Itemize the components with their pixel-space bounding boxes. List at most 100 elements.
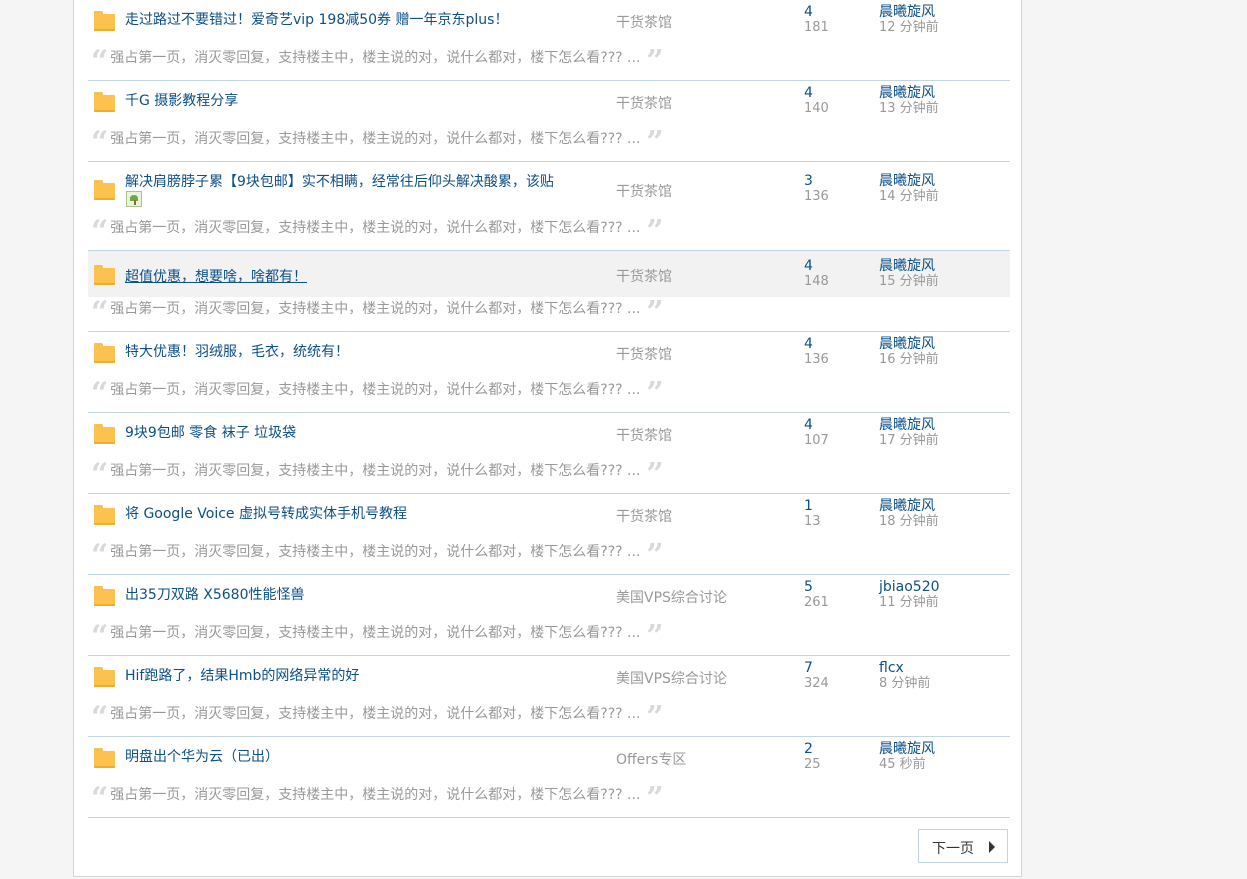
thread-title-link[interactable]: 9块9包邮 零食 袜子 垃圾袋 xyxy=(125,422,296,442)
open-quote-icon: “ xyxy=(91,44,108,79)
last-post-time[interactable]: 14 分钟前 xyxy=(879,189,939,205)
view-count: 261 xyxy=(804,595,829,610)
thread-title-link[interactable]: 明盘出个华为云（已出） xyxy=(125,746,279,766)
close-quote-icon: ” xyxy=(646,538,663,573)
forum-link[interactable]: 干货茶馆 xyxy=(616,12,672,32)
view-count: 140 xyxy=(804,101,829,116)
last-post-time[interactable]: 11 分钟前 xyxy=(879,595,939,611)
forum-link[interactable]: 美国VPS综合讨论 xyxy=(616,668,727,688)
reply-count: 4 xyxy=(804,258,813,274)
thread-title-link[interactable]: 千G 摄影教程分享 xyxy=(125,90,238,110)
folder-icon xyxy=(94,505,115,525)
last-post-time[interactable]: 13 分钟前 xyxy=(879,101,939,117)
thread-title-link[interactable]: 出35刀双路 X5680性能怪兽 xyxy=(125,584,304,604)
view-count: 136 xyxy=(804,189,829,204)
excerpt-text: 强占第一页，消灭零回复，支持楼主中，楼主说的对，说什么都对，楼下怎么看??? .… xyxy=(110,706,641,722)
forum-link[interactable]: 干货茶馆 xyxy=(616,266,672,286)
forum-link[interactable]: 干货茶馆 xyxy=(616,425,672,445)
thread-excerpt: “强占第一页，消灭零回复，支持楼主中，楼主说的对，说什么都对，楼下怎么看??? … xyxy=(91,379,664,409)
thread-excerpt: “强占第一页，消灭零回复，支持楼主中，楼主说的对，说什么都对，楼下怎么看??? … xyxy=(91,784,664,814)
thread-header: Hif跑路了，结果Hmb的网络异常的好 美国VPS综合讨论 7 324 flcx… xyxy=(88,656,1010,693)
forum-link[interactable]: Offers专区 xyxy=(616,749,686,769)
thread-title-link[interactable]: 超值优惠，想要啥，啥都有！ xyxy=(125,266,307,286)
excerpt-text: 强占第一页，消灭零回复，支持楼主中，楼主说的对，说什么都对，楼下怎么看??? .… xyxy=(110,544,641,560)
thread-header: 出35刀双路 X5680性能怪兽 美国VPS综合讨论 5 261 jbiao52… xyxy=(88,575,1010,612)
reply-count: 2 xyxy=(804,741,813,757)
last-post-time[interactable]: 12 分钟前 xyxy=(879,20,939,36)
next-page-button[interactable]: 下一页 xyxy=(918,829,1008,863)
thread-excerpt: “强占第一页，消灭零回复，支持楼主中，楼主说的对，说什么都对，楼下怎么看??? … xyxy=(91,217,664,247)
thread-row: 走过路过不要错过！爱奇艺vip 198减50券 赠一年京东plus！ 干货茶馆 … xyxy=(88,0,1010,81)
last-poster-link[interactable]: 晨曦旋风 xyxy=(879,741,935,757)
thread-row: 出35刀双路 X5680性能怪兽 美国VPS综合讨论 5 261 jbiao52… xyxy=(88,575,1010,656)
thread-title-link[interactable]: 将 Google Voice 虚拟号转成实体手机号教程 xyxy=(125,503,407,523)
open-quote-icon: “ xyxy=(91,376,108,411)
view-count: 181 xyxy=(804,20,829,35)
thread-row: 解决肩膀脖子累【9块包邮】实不相瞒，经常往后仰头解决酸累，该贴 干货茶馆 3 1… xyxy=(88,162,1010,251)
folder-icon xyxy=(94,586,115,606)
thread-excerpt: “强占第一页，消灭零回复，支持楼主中，楼主说的对，说什么都对，楼下怎么看??? … xyxy=(91,47,664,77)
excerpt-text: 强占第一页，消灭零回复，支持楼主中，楼主说的对，说什么都对，楼下怎么看??? .… xyxy=(110,131,641,147)
thread-row: 将 Google Voice 虚拟号转成实体手机号教程 干货茶馆 1 13 晨曦… xyxy=(88,494,1010,575)
last-poster-link[interactable]: jbiao520 xyxy=(879,579,940,595)
forum-link[interactable]: 干货茶馆 xyxy=(616,93,672,113)
thread-title-link[interactable]: Hif跑路了，结果Hmb的网络异常的好 xyxy=(125,665,359,685)
last-post-time[interactable]: 18 分钟前 xyxy=(879,514,939,530)
reply-count: 3 xyxy=(804,173,813,189)
open-quote-icon: “ xyxy=(91,457,108,492)
open-quote-icon: “ xyxy=(91,214,108,249)
thread-title-link[interactable]: 特大优惠！羽绒服，毛衣，统统有！ xyxy=(125,341,349,361)
thread-row: 超值优惠，想要啥，啥都有！ 干货茶馆 4 148 晨曦旋风 15 分钟前 “强占… xyxy=(88,251,1010,332)
reply-count: 5 xyxy=(804,579,813,595)
thread-list-panel: 走过路过不要错过！爱奇艺vip 198减50券 赠一年京东plus！ 干货茶馆 … xyxy=(73,0,1022,877)
excerpt-text: 强占第一页，消灭零回复，支持楼主中，楼主说的对，说什么都对，楼下怎么看??? .… xyxy=(110,50,641,66)
reply-count: 1 xyxy=(804,498,813,514)
last-post-time[interactable]: 17 分钟前 xyxy=(879,433,939,449)
forum-link[interactable]: 美国VPS综合讨论 xyxy=(616,587,727,607)
thread-header: 将 Google Voice 虚拟号转成实体手机号教程 干货茶馆 1 13 晨曦… xyxy=(88,494,1010,531)
folder-icon xyxy=(94,343,115,363)
close-quote-icon: ” xyxy=(646,44,663,79)
excerpt-text: 强占第一页，消灭零回复，支持楼主中，楼主说的对，说什么都对，楼下怎么看??? .… xyxy=(110,625,641,641)
thread-row: 明盘出个华为云（已出） Offers专区 2 25 晨曦旋风 45 秒前 “强占… xyxy=(88,737,1010,818)
forum-link[interactable]: 干货茶馆 xyxy=(616,344,672,364)
last-post-time[interactable]: 15 分钟前 xyxy=(879,274,939,290)
last-poster-link[interactable]: 晨曦旋风 xyxy=(879,4,935,20)
last-poster-link[interactable]: 晨曦旋风 xyxy=(879,85,935,101)
reply-count: 4 xyxy=(804,417,813,433)
thread-row: Hif跑路了，结果Hmb的网络异常的好 美国VPS综合讨论 7 324 flcx… xyxy=(88,656,1010,737)
close-quote-icon: ” xyxy=(646,214,663,249)
close-quote-icon: ” xyxy=(646,619,663,654)
last-post-time[interactable]: 45 秒前 xyxy=(879,757,926,773)
close-quote-icon: ” xyxy=(646,125,663,160)
last-poster-link[interactable]: 晨曦旋风 xyxy=(879,417,935,433)
thread-title-link[interactable]: 走过路过不要错过！爱奇艺vip 198减50券 赠一年京东plus！ xyxy=(125,9,508,29)
reply-count: 4 xyxy=(804,85,813,101)
thread-excerpt: “强占第一页，消灭零回复，支持楼主中，楼主说的对，说什么都对，楼下怎么看??? … xyxy=(91,460,664,490)
thread-excerpt: “强占第一页，消灭零回复，支持楼主中，楼主说的对，说什么都对，楼下怎么看??? … xyxy=(91,622,664,652)
last-post-time[interactable]: 8 分钟前 xyxy=(879,676,930,692)
view-count: 136 xyxy=(804,352,829,367)
view-count: 148 xyxy=(804,274,829,289)
last-poster-link[interactable]: 晨曦旋风 xyxy=(879,498,935,514)
forum-link[interactable]: 干货茶馆 xyxy=(616,181,672,201)
last-poster-link[interactable]: 晨曦旋风 xyxy=(879,258,935,274)
chevron-right-icon xyxy=(989,841,995,853)
forum-link[interactable]: 干货茶馆 xyxy=(616,506,672,526)
open-quote-icon: “ xyxy=(91,781,108,816)
last-poster-link[interactable]: 晨曦旋风 xyxy=(879,173,935,189)
excerpt-text: 强占第一页，消灭零回复，支持楼主中，楼主说的对，说什么都对，楼下怎么看??? .… xyxy=(110,220,641,236)
folder-icon xyxy=(94,265,115,285)
last-poster-link[interactable]: flcx xyxy=(879,660,904,676)
thread-excerpt: “强占第一页，消灭零回复，支持楼主中，楼主说的对，说什么都对，楼下怎么看??? … xyxy=(91,703,664,733)
open-quote-icon: “ xyxy=(91,538,108,573)
open-quote-icon: “ xyxy=(91,619,108,654)
thread-title-link[interactable]: 解决肩膀脖子累【9块包邮】实不相瞒，经常往后仰头解决酸累，该贴 xyxy=(125,171,554,191)
last-post-time[interactable]: 16 分钟前 xyxy=(879,352,939,368)
excerpt-text: 强占第一页，消灭零回复，支持楼主中，楼主说的对，说什么都对，楼下怎么看??? .… xyxy=(110,787,641,803)
view-count: 25 xyxy=(804,757,821,772)
last-poster-link[interactable]: 晨曦旋风 xyxy=(879,336,935,352)
open-quote-icon: “ xyxy=(91,125,108,160)
thread-row: 9块9包邮 零食 袜子 垃圾袋 干货茶馆 4 107 晨曦旋风 17 分钟前 “… xyxy=(88,413,1010,494)
view-count: 107 xyxy=(804,433,829,448)
